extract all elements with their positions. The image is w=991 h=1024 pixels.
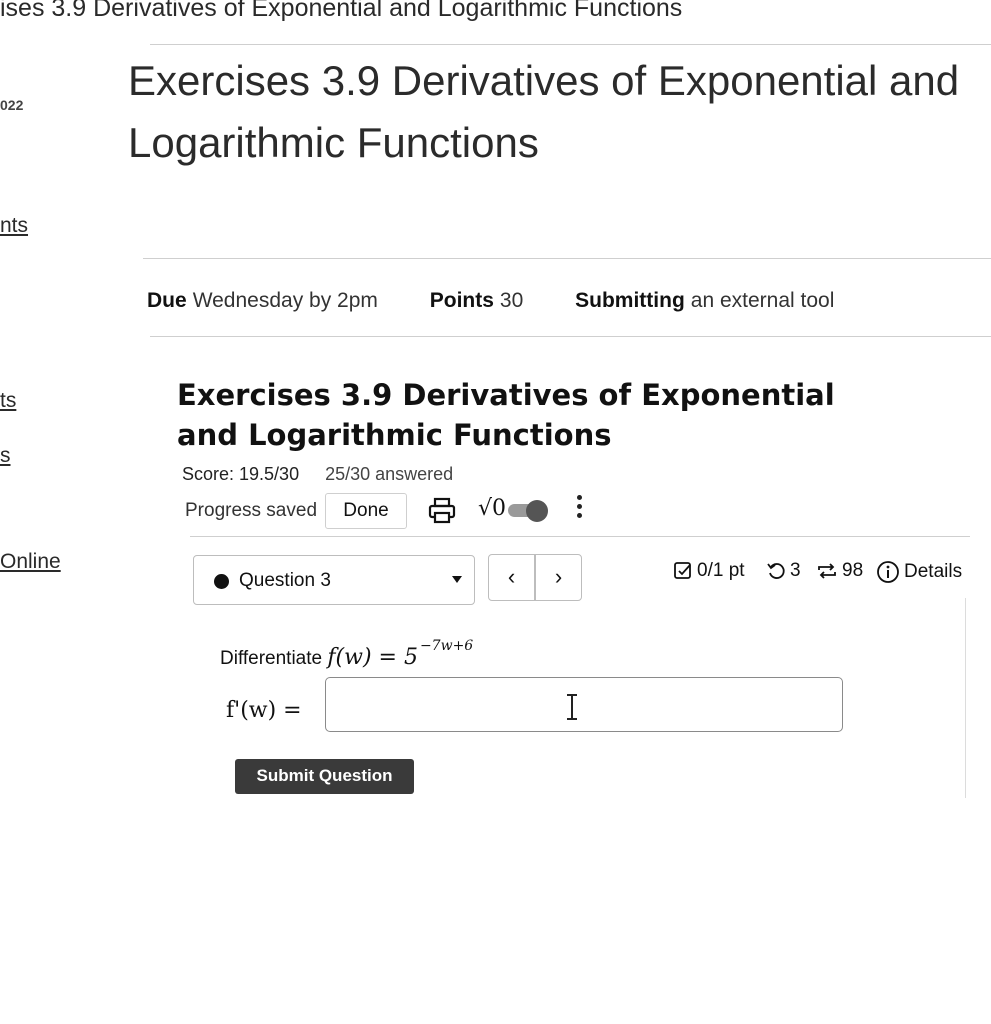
assignment-details: Due Wednesday by 2pm Points 30 Submitting a… [147, 289, 880, 313]
divider [150, 336, 991, 337]
submit-question-button[interactable]: Submit Question [235, 759, 414, 794]
due-label: Due [147, 289, 187, 312]
answered-count: 25/30 answered [325, 464, 454, 484]
math-input-icon: √0 [478, 496, 507, 521]
divider [150, 44, 991, 45]
details-button[interactable]: Details [876, 560, 962, 584]
previous-question-button[interactable]: ‹ [488, 554, 535, 601]
points-label: Points [429, 289, 494, 312]
more-options-icon[interactable] [572, 492, 586, 522]
sidebar-item[interactable]: ts [0, 389, 16, 413]
score: Score: 19.5/30 [182, 464, 300, 484]
answer-input[interactable] [325, 677, 843, 732]
question-prompt: Differentiate f(w) = 5 −7w+6 [220, 638, 473, 670]
next-question-button[interactable]: › [535, 554, 582, 601]
info-icon [877, 561, 899, 583]
repeat-icon [818, 563, 836, 579]
assignment-title: Exercises 3.9 Derivatives of Exponential… [177, 378, 835, 452]
breadcrumb: ises 3.9 Derivatives of Exponential and … [0, 0, 683, 22]
sidebar-item-online[interactable]: Online [0, 550, 61, 574]
page-title: Exercises 3.9 Derivatives of Exponential… [128, 57, 960, 166]
submitting-label: Submitting [575, 289, 685, 312]
answer-label: f'(w) = [226, 698, 302, 723]
function-expression: f(w) = 5 −7w+6 [327, 638, 474, 670]
math-input-toggle[interactable] [508, 500, 550, 522]
prompt-text: Differentiate [220, 648, 323, 669]
attempts-count: 98 [816, 560, 863, 582]
sidebar-year: 022 [0, 97, 24, 113]
sidebar-item[interactable]: s [0, 444, 11, 468]
retries-count: 3 [766, 560, 801, 582]
undo-icon [767, 563, 785, 579]
sidebar-item[interactable]: nts [0, 214, 28, 238]
due-value: Wednesday by 2pm [192, 289, 378, 312]
points-value: 30 [499, 289, 524, 312]
text-cursor-icon [567, 694, 577, 720]
question-points: 0/1 pt [673, 560, 745, 582]
print-icon[interactable] [428, 497, 456, 525]
done-button[interactable]: Done [325, 493, 407, 529]
checkbox-icon [674, 562, 691, 579]
submitting-value: an external tool [690, 289, 835, 312]
caret-down-icon [452, 576, 462, 583]
score-line: Score: 19.5/30 25/30 answered [182, 464, 453, 485]
divider [143, 258, 991, 259]
progress-status: Progress saved [185, 500, 318, 521]
question-selector-label: Question 3 [239, 570, 331, 591]
status-dot-icon [214, 574, 229, 589]
divider [190, 536, 970, 537]
